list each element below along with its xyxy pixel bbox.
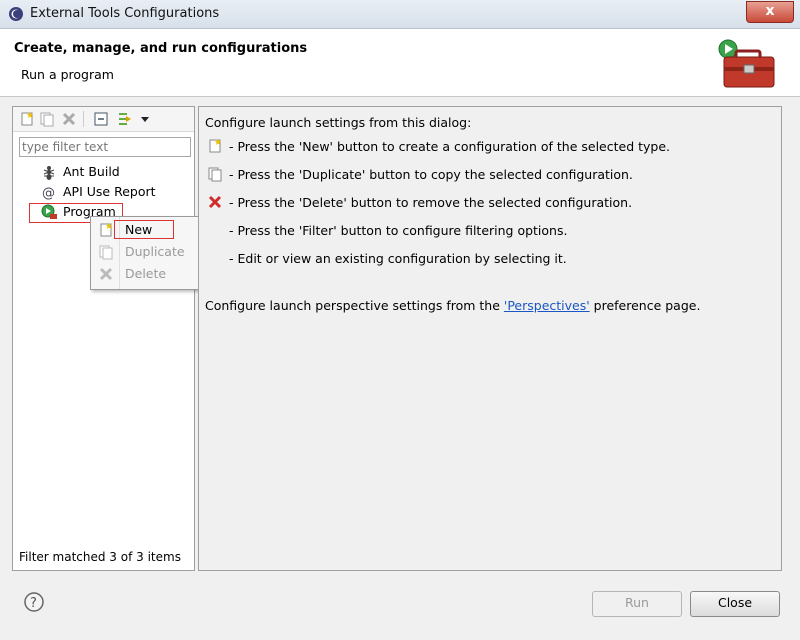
menu-item-label: Delete	[125, 266, 167, 281]
tree-item-label: Ant Build	[63, 164, 120, 179]
menu-item-label: Duplicate	[125, 244, 185, 259]
instruction-delete: - Press the 'Delete' button to remove th…	[229, 195, 633, 210]
instruction-edit: - Edit or view an existing configuration…	[229, 251, 567, 266]
info-panel: Configure launch settings from this dial…	[198, 106, 782, 571]
duplicate-config-icon[interactable]	[39, 111, 55, 127]
perspectives-link[interactable]: 'Perspectives'	[504, 298, 590, 313]
chevron-down-icon[interactable]	[137, 111, 153, 127]
new-config-icon	[209, 139, 221, 153]
toolbox-icon	[718, 39, 775, 88]
close-button[interactable]: Close	[690, 591, 780, 617]
new-highlight-box	[114, 220, 174, 239]
toolbar-separator	[83, 111, 84, 127]
filter-matched-status: Filter matched 3 of 3 items	[19, 550, 181, 564]
tree-item-label: API Use Report	[63, 184, 156, 199]
configuration-tree-panel: Ant Build @ API Use Report Program Filte…	[12, 106, 195, 571]
new-config-icon	[100, 223, 112, 237]
help-icon[interactable]: ?	[24, 592, 44, 612]
duplicate-config-icon	[99, 245, 113, 260]
instruction-filter: - Press the 'Filter' button to configure…	[229, 223, 568, 238]
delete-config-icon[interactable]	[61, 111, 77, 127]
intro-text: Configure launch settings from this dial…	[205, 115, 472, 130]
collapse-all-icon[interactable]	[93, 111, 109, 127]
eclipse-app-icon	[9, 7, 23, 21]
window-title: External Tools Configurations	[30, 6, 220, 21]
dialog-header: Create, manage, and run configurations R…	[0, 29, 800, 97]
instruction-duplicate: - Press the 'Duplicate' button to copy t…	[229, 167, 633, 182]
svg-text:@: @	[42, 186, 55, 200]
filter-input[interactable]	[19, 137, 191, 157]
perspective-suffix: preference page.	[589, 298, 701, 313]
run-button[interactable]: Run	[592, 591, 682, 617]
perspective-text: Configure launch perspective settings fr…	[205, 298, 700, 313]
duplicate-config-icon	[208, 167, 222, 182]
window-close-button[interactable]: x	[746, 1, 794, 23]
ant-icon	[43, 166, 55, 180]
delete-config-icon	[208, 195, 222, 209]
new-config-icon[interactable]	[19, 111, 35, 127]
filter-icon[interactable]	[117, 111, 133, 127]
instruction-new: - Press the 'New' button to create a con…	[229, 139, 670, 154]
perspective-prefix: Configure launch perspective settings fr…	[205, 298, 504, 313]
svg-text:?: ?	[30, 596, 37, 611]
at-sign-icon: @	[42, 186, 55, 200]
header-subtitle: Run a program	[21, 67, 114, 82]
delete-config-icon	[99, 267, 113, 281]
title-bar: External Tools Configurations x	[0, 0, 800, 29]
header-title: Create, manage, and run configurations	[14, 41, 308, 56]
tree-toolbar	[13, 107, 194, 132]
